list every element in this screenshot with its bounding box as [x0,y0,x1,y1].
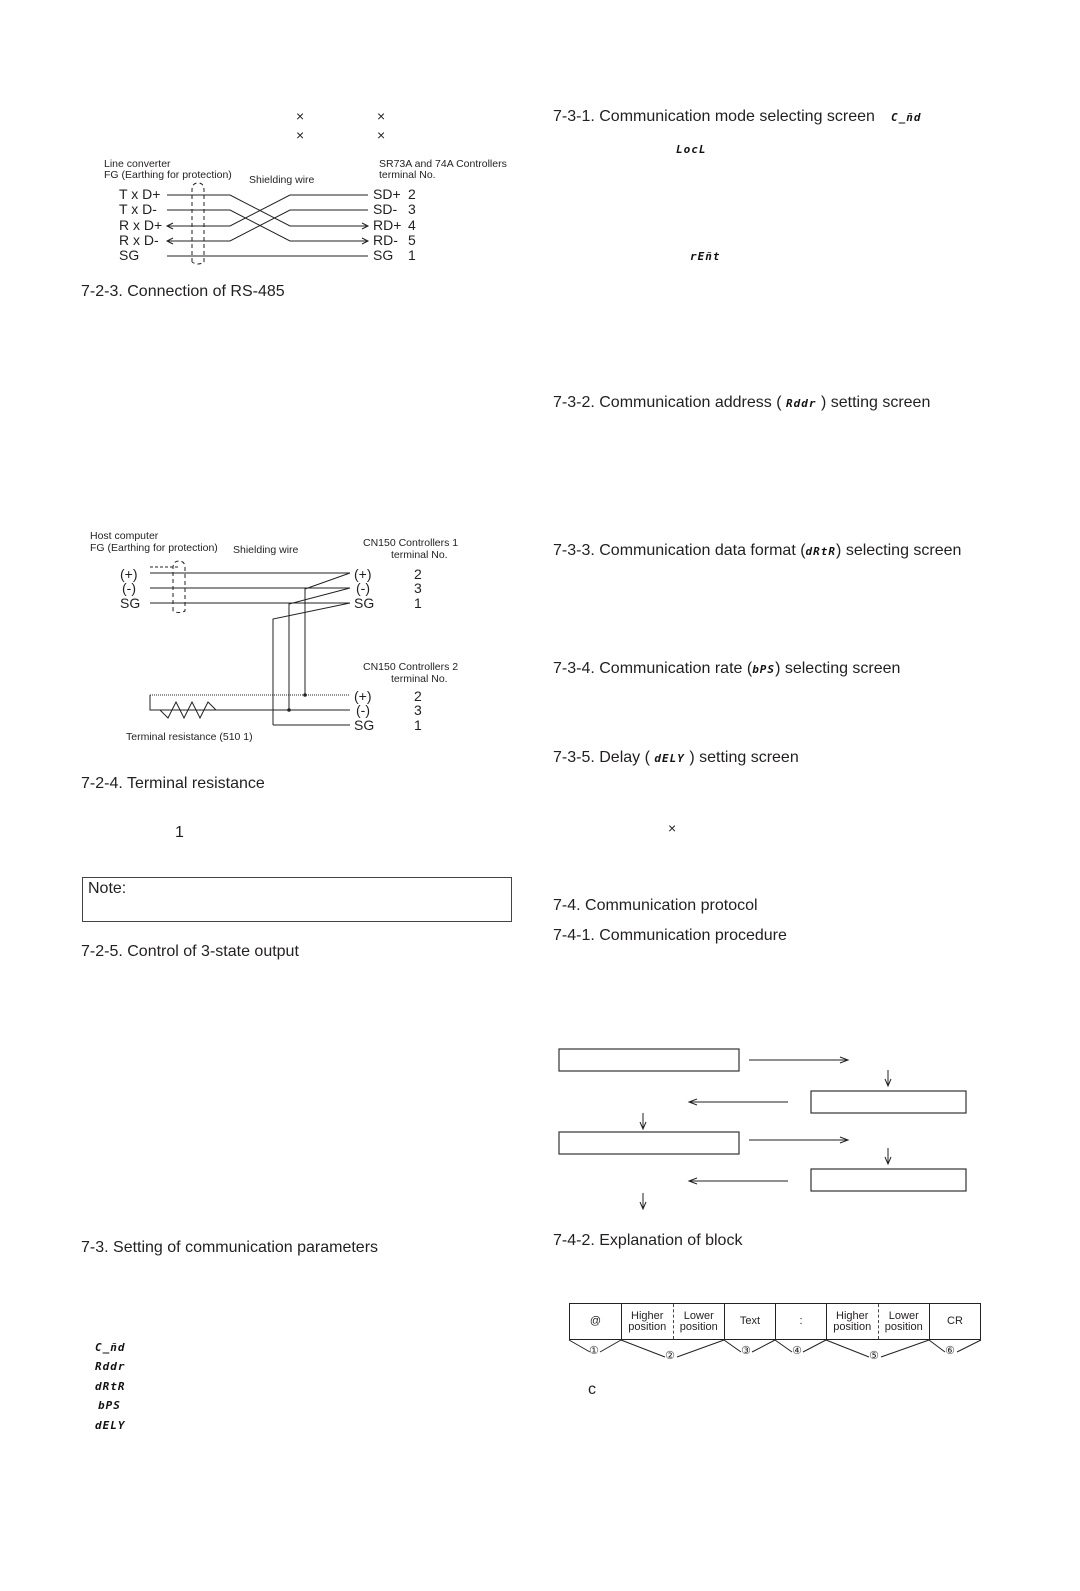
marker-6: ⑥ [945,1345,955,1357]
marker-3: ③ [741,1345,751,1357]
marker-1: ① [589,1345,599,1357]
marker-2: ② [665,1350,675,1362]
stray-letter: c [588,1381,596,1398]
marker-5: ⑤ [869,1350,879,1362]
marker-4: ④ [792,1345,802,1357]
block-brackets [568,1339,982,1358]
